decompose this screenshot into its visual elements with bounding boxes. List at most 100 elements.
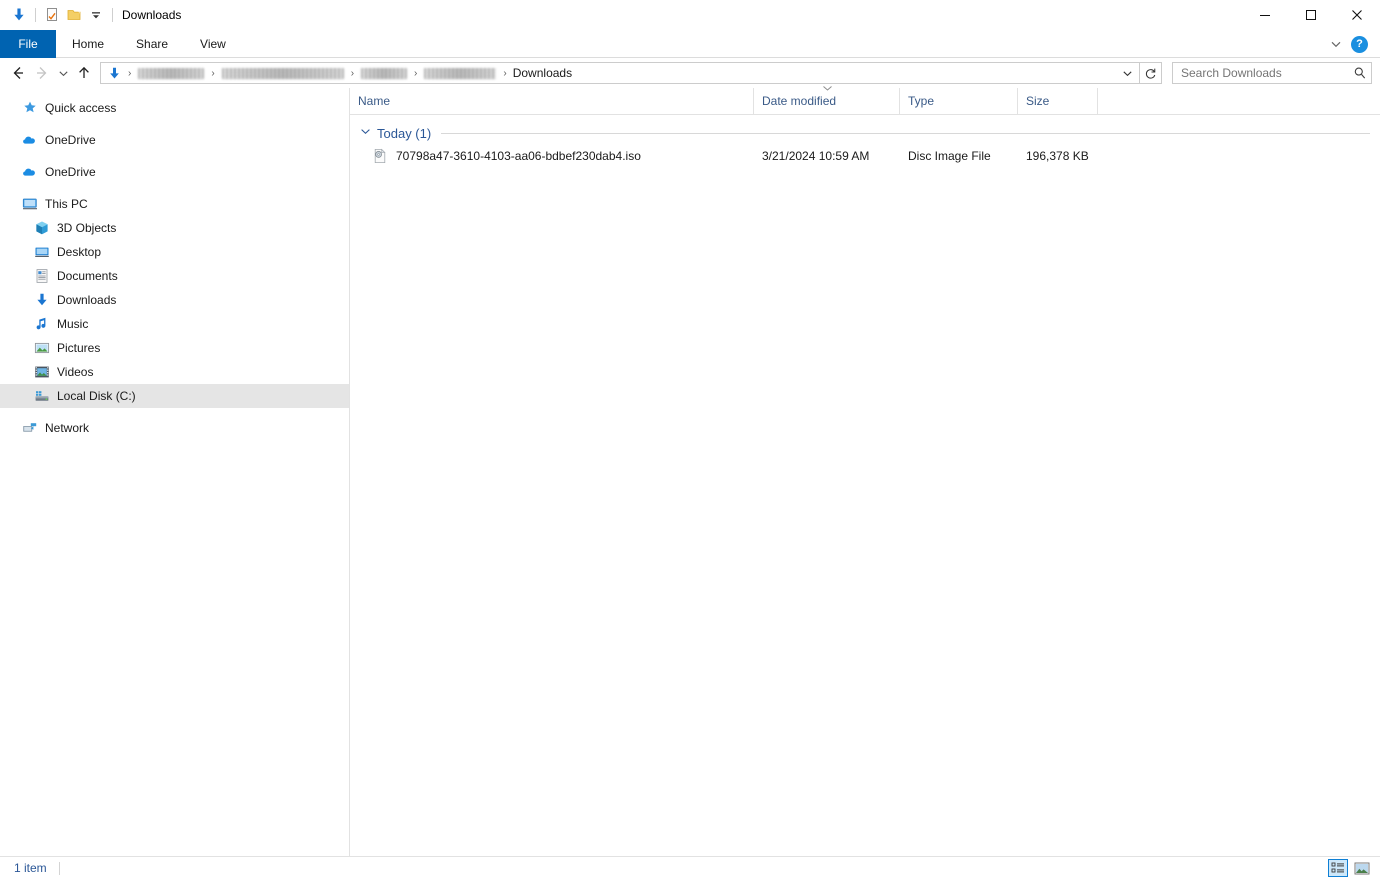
sidebar-item-videos[interactable]: Videos — [0, 360, 349, 384]
sidebar-item-label: Quick access — [45, 101, 116, 115]
breadcrumb-separator[interactable]: › — [207, 68, 218, 79]
sidebar-item-label: Local Disk (C:) — [57, 389, 136, 403]
breadcrumb-root-icon[interactable] — [105, 63, 124, 83]
up-button[interactable] — [72, 61, 96, 85]
search-input[interactable] — [1181, 66, 1353, 80]
column-header-row: Name Date modified Type Size — [350, 88, 1380, 115]
close-button[interactable] — [1334, 0, 1380, 30]
column-header-type[interactable]: Type — [900, 88, 1018, 115]
search-box[interactable] — [1172, 62, 1372, 84]
sidebar-item-label: 3D Objects — [57, 221, 116, 235]
column-header-size[interactable]: Size — [1018, 88, 1098, 115]
videos-icon — [34, 364, 50, 380]
monitor-icon — [22, 196, 38, 212]
network-icon — [22, 420, 38, 436]
sidebar-item-quick-access[interactable]: Quick access — [0, 96, 349, 120]
sidebar-item-label: Downloads — [57, 293, 116, 307]
breadcrumb-segment-redacted-2[interactable] — [222, 68, 344, 79]
star-pin-icon — [22, 100, 38, 116]
file-list-body: Today (1) 70798a47-3610-4103-aa06-bdbef2… — [350, 115, 1380, 167]
group-header-today[interactable]: Today (1) — [350, 121, 1380, 145]
breadcrumb[interactable]: › › › › › Downloads — [100, 62, 1140, 84]
disc-image-file-icon — [372, 148, 388, 164]
breadcrumb-segment-redacted-4[interactable] — [424, 68, 496, 79]
chevron-down-icon[interactable] — [1327, 35, 1345, 53]
details-view-button[interactable] — [1328, 859, 1348, 877]
3d-objects-icon — [34, 220, 50, 236]
download-arrow-icon — [8, 4, 30, 26]
sidebar-item-label: Videos — [57, 365, 93, 379]
sidebar-item-label: OneDrive — [45, 165, 96, 179]
music-note-icon — [34, 316, 50, 332]
qat-divider-2 — [112, 8, 113, 22]
column-header-date-modified[interactable]: Date modified — [754, 88, 900, 115]
file-name-cell: 70798a47-3610-4103-aa06-bdbef230dab4.iso — [372, 148, 762, 164]
ribbon-right-controls: ? — [1327, 30, 1376, 58]
properties-icon[interactable] — [41, 4, 63, 26]
sidebar-item-local-disk-c[interactable]: Local Disk (C:) — [0, 384, 349, 408]
sidebar-item-network[interactable]: Network — [0, 416, 349, 440]
file-type-cell: Disc Image File — [908, 149, 1026, 163]
large-icons-view-button[interactable] — [1352, 859, 1372, 877]
address-bar: › › › › › Downloads — [0, 58, 1380, 88]
download-arrow-icon — [34, 292, 50, 308]
status-bar: 1 item — [0, 856, 1380, 879]
sidebar-item-3d-objects[interactable]: 3D Objects — [0, 216, 349, 240]
chevron-down-icon[interactable] — [360, 126, 371, 140]
sidebar-gap — [0, 184, 349, 192]
breadcrumb-separator[interactable]: › — [410, 68, 421, 79]
item-count-label: 1 item — [14, 861, 47, 875]
tab-file[interactable]: File — [0, 30, 56, 58]
sidebar-item-onedrive-1[interactable]: OneDrive — [0, 128, 349, 152]
sidebar-item-label: Network — [45, 421, 89, 435]
back-button[interactable] — [6, 61, 30, 85]
sidebar-item-documents[interactable]: Documents — [0, 264, 349, 288]
minimize-button[interactable] — [1242, 0, 1288, 30]
forward-button[interactable] — [30, 61, 54, 85]
column-header-type-label: Type — [908, 94, 934, 108]
chevron-down-icon[interactable] — [1117, 63, 1137, 83]
breadcrumb-separator[interactable]: › — [499, 68, 510, 79]
breadcrumb-separator[interactable]: › — [347, 68, 358, 79]
title-bar: Downloads — [0, 0, 1380, 30]
tab-view[interactable]: View — [184, 30, 242, 58]
sidebar-gap — [0, 408, 349, 416]
documents-icon — [34, 268, 50, 284]
file-size-cell: 196,378 KB — [1026, 149, 1126, 163]
file-name-label: 70798a47-3610-4103-aa06-bdbef230dab4.iso — [396, 149, 641, 163]
sidebar-item-music[interactable]: Music — [0, 312, 349, 336]
sidebar-item-label: Desktop — [57, 245, 101, 259]
tab-share[interactable]: Share — [120, 30, 184, 58]
pictures-icon — [34, 340, 50, 356]
sidebar-item-label: Documents — [57, 269, 118, 283]
breadcrumb-segment-downloads[interactable]: Downloads — [511, 63, 574, 83]
column-header-name[interactable]: Name — [350, 88, 754, 115]
tab-home[interactable]: Home — [56, 30, 120, 58]
maximize-button[interactable] — [1288, 0, 1334, 30]
breadcrumb-segment-redacted-3[interactable] — [361, 68, 407, 79]
sidebar-item-label: Music — [57, 317, 88, 331]
sidebar-item-pictures[interactable]: Pictures — [0, 336, 349, 360]
table-row[interactable]: 70798a47-3610-4103-aa06-bdbef230dab4.iso… — [350, 145, 1380, 167]
group-header-rule — [441, 133, 1370, 134]
recent-locations-button[interactable] — [54, 61, 72, 85]
sidebar-item-desktop[interactable]: Desktop — [0, 240, 349, 264]
sidebar-item-this-pc[interactable]: This PC — [0, 192, 349, 216]
sidebar-gap — [0, 152, 349, 160]
sidebar-item-downloads[interactable]: Downloads — [0, 288, 349, 312]
sidebar-item-onedrive-2[interactable]: OneDrive — [0, 160, 349, 184]
breadcrumb-segment-redacted-1[interactable] — [138, 68, 204, 79]
quick-access-toolbar: Downloads — [0, 0, 181, 30]
search-icon[interactable] — [1353, 66, 1367, 80]
column-header-date-label: Date modified — [762, 94, 836, 108]
new-folder-icon[interactable] — [63, 4, 85, 26]
sidebar-gap — [0, 120, 349, 128]
help-button[interactable]: ? — [1351, 36, 1368, 53]
desktop-icon — [34, 244, 50, 260]
breadcrumb-separator[interactable]: › — [124, 68, 135, 79]
customize-qat-caret-icon[interactable] — [85, 4, 107, 26]
sidebar-item-label: Pictures — [57, 341, 100, 355]
window-title: Downloads — [122, 0, 181, 30]
chevron-up-icon — [822, 84, 833, 94]
refresh-button[interactable] — [1140, 62, 1162, 84]
